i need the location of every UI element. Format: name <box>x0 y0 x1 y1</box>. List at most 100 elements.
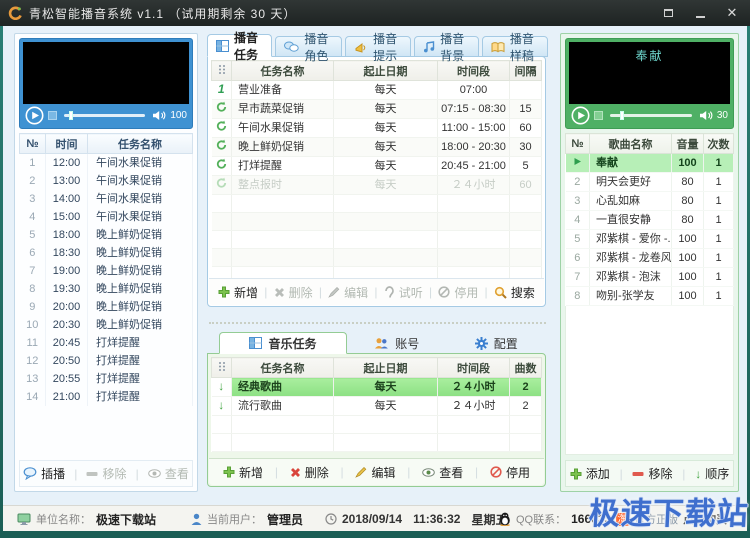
table-cell: 打烊提醒 <box>88 352 193 370</box>
tab-broadcast-tasks[interactable]: 播音任务 <box>207 34 272 57</box>
qq-icon <box>499 512 511 526</box>
schedule-row[interactable]: 819:30晚上鲜奶促销 <box>20 280 193 298</box>
music-row[interactable]: ↓经典歌曲每天２４小时2 <box>212 378 542 397</box>
task-toolbar: 新增|删除|编辑|试听|停用|搜索 <box>209 278 544 305</box>
tab-broadcast-prompts[interactable]: 播音提示 <box>345 36 411 57</box>
tool-label: 编辑 <box>371 464 395 481</box>
schedule-row[interactable]: 1421:00打烊提醒 <box>20 388 193 406</box>
delete-icon <box>290 467 301 478</box>
schedule-row[interactable]: 213:00午间水果促销 <box>20 172 193 190</box>
music-progress-slider[interactable] <box>610 114 692 117</box>
stop-icon[interactable] <box>48 111 57 120</box>
table-cell: 13 <box>20 370 46 388</box>
slider-knob[interactable] <box>620 111 624 120</box>
tab-broadcast-roles[interactable]: 播音角色 <box>275 36 342 57</box>
schedule-row[interactable]: 618:30晚上鲜奶促销 <box>20 244 193 262</box>
song-row[interactable]: 5邓紫棋 - 爱你 -...1001 <box>566 230 734 249</box>
tab-broadcast-samples[interactable]: 播音样稿 <box>482 36 548 57</box>
task-row[interactable]: 打烊提醒每天20:45 - 21:005 <box>212 157 542 176</box>
close-button[interactable]: ✕ <box>724 5 740 21</box>
add-task-button[interactable]: 新增 <box>218 284 258 301</box>
table-cell: 20:50 <box>46 352 88 370</box>
table-cell: 1 <box>704 287 734 306</box>
tool-label: 顺序 <box>705 465 729 482</box>
slider-knob[interactable] <box>69 111 73 120</box>
remove-schedule-button[interactable]: 移除 <box>86 465 126 482</box>
music-row[interactable]: ↓流行歌曲每天２４小时2 <box>212 397 542 416</box>
schedule-row[interactable]: 518:00晚上鲜奶促销 <box>20 226 193 244</box>
minimize-button[interactable] <box>692 5 708 21</box>
schedule-row[interactable]: 719:00晚上鲜奶促销 <box>20 262 193 280</box>
schedule-row[interactable]: 1020:30晚上鲜奶促销 <box>20 316 193 334</box>
edit-music-task-button[interactable]: 编辑 <box>355 464 395 481</box>
schedule-row[interactable]: 920:00晚上鲜奶促销 <box>20 298 193 316</box>
view-schedule-button[interactable]: 查看 <box>148 465 189 482</box>
schedule-row[interactable]: 1320:55打烊提醒 <box>20 370 193 388</box>
song-row[interactable]: 4一直很安静801 <box>566 211 734 230</box>
play-icon[interactable] <box>571 106 590 125</box>
speaker-icon[interactable] <box>152 110 166 121</box>
table-cell: 14 <box>20 388 46 406</box>
restore-button[interactable] <box>660 5 676 21</box>
column-header: 时间 <box>46 134 88 154</box>
toolbar-separator: | <box>407 465 410 479</box>
table-cell: 8 <box>20 280 46 298</box>
tab-broadcast-background[interactable]: 播音背景 <box>414 36 479 57</box>
disable-task-button[interactable]: 停用 <box>438 284 478 301</box>
song-row[interactable]: 2明天会更好801 <box>566 173 734 192</box>
song-row[interactable]: 奉献1001 <box>566 154 734 173</box>
song-row[interactable]: 8吻别-张学友1001 <box>566 287 734 306</box>
add-song-button[interactable]: 添加 <box>570 465 610 482</box>
delete-music-task-button[interactable]: 删除 <box>290 464 329 481</box>
schedule-row[interactable]: 1120:45打烊提醒 <box>20 334 193 352</box>
view-music-task-button[interactable]: 查看 <box>422 464 463 481</box>
remove-song-button[interactable]: 移除 <box>632 465 672 482</box>
table-cell: 20:45 <box>46 334 88 352</box>
broadcast-task-panel: 任务名称起止日期时间段间隔 1营业准备每天07:00早市蔬菜促销每天07:15 … <box>207 56 546 307</box>
schedule-row[interactable]: 1220:50打烊提醒 <box>20 352 193 370</box>
task-row[interactable]: 午间水果促销每天11:00 - 15:0060 <box>212 119 542 138</box>
table-cell: 14:00 <box>46 190 88 208</box>
music-note-icon <box>423 41 435 53</box>
edit-task-button[interactable]: 编辑 <box>328 284 368 301</box>
task-row[interactable]: 1营业准备每天07:00 <box>212 81 542 100</box>
song-row[interactable]: 7邓紫棋 - 泡沫1001 <box>566 268 734 287</box>
song-row[interactable]: 3心乱如麻801 <box>566 192 734 211</box>
table-cell <box>212 119 232 138</box>
stop-icon[interactable] <box>594 111 603 120</box>
search-task-button[interactable]: 搜索 <box>494 284 535 301</box>
task-row[interactable]: 整点报时每天２４小时60 <box>212 176 542 195</box>
tab-music-tasks[interactable]: 音乐任务 <box>219 332 347 354</box>
table-cell: 9 <box>20 298 46 316</box>
title-bar: 青松智能播音系统 v1.1 （试用期剩余 30 天） ✕ <box>0 0 750 26</box>
task-row[interactable]: 晚上鲜奶促销每天18:00 - 20:3030 <box>212 138 542 157</box>
listen-task-button[interactable]: 试听 <box>384 284 423 301</box>
order-song-button[interactable]: ↓顺序 <box>695 465 729 482</box>
table-cell: 100 <box>672 249 704 268</box>
play-icon[interactable] <box>25 106 44 125</box>
schedule-row[interactable]: 314:00午间水果促销 <box>20 190 193 208</box>
delete-task-button[interactable]: 删除 <box>274 284 313 301</box>
table-cell: 流行歌曲 <box>232 397 334 416</box>
client-area: 100 №时间任务名称 112:00午间水果促销213:00午间水果促销314:… <box>3 26 747 505</box>
schedule-row[interactable]: 415:00午间水果促销 <box>20 208 193 226</box>
repeat-icon <box>216 177 227 188</box>
add-music-task-button[interactable]: 新增 <box>223 464 263 481</box>
plus-icon <box>223 466 235 478</box>
table-cell <box>232 249 334 267</box>
table-cell: 1 <box>20 154 46 173</box>
tab-settings[interactable]: 配置 <box>447 332 547 354</box>
monitor-icon <box>17 513 31 525</box>
song-row[interactable]: 6邓紫棋 - 龙卷风1001 <box>566 249 734 268</box>
insert-broadcast-button[interactable]: 插播 <box>23 465 65 482</box>
schedule-row[interactable]: 112:00午间水果促销 <box>20 154 193 173</box>
tool-label: 插播 <box>41 465 65 482</box>
tab-accounts[interactable]: 账号 <box>347 332 447 354</box>
disable-music-task-button[interactable]: 停用 <box>490 464 530 481</box>
broadcast-progress-slider[interactable] <box>64 114 145 117</box>
tool-label: 删除 <box>305 464 329 481</box>
table-cell: 每天 <box>334 119 438 138</box>
table-cell <box>438 249 510 267</box>
task-row[interactable]: 早市蔬菜促销每天07:15 - 08:3015 <box>212 100 542 119</box>
speaker-icon[interactable] <box>699 110 713 121</box>
